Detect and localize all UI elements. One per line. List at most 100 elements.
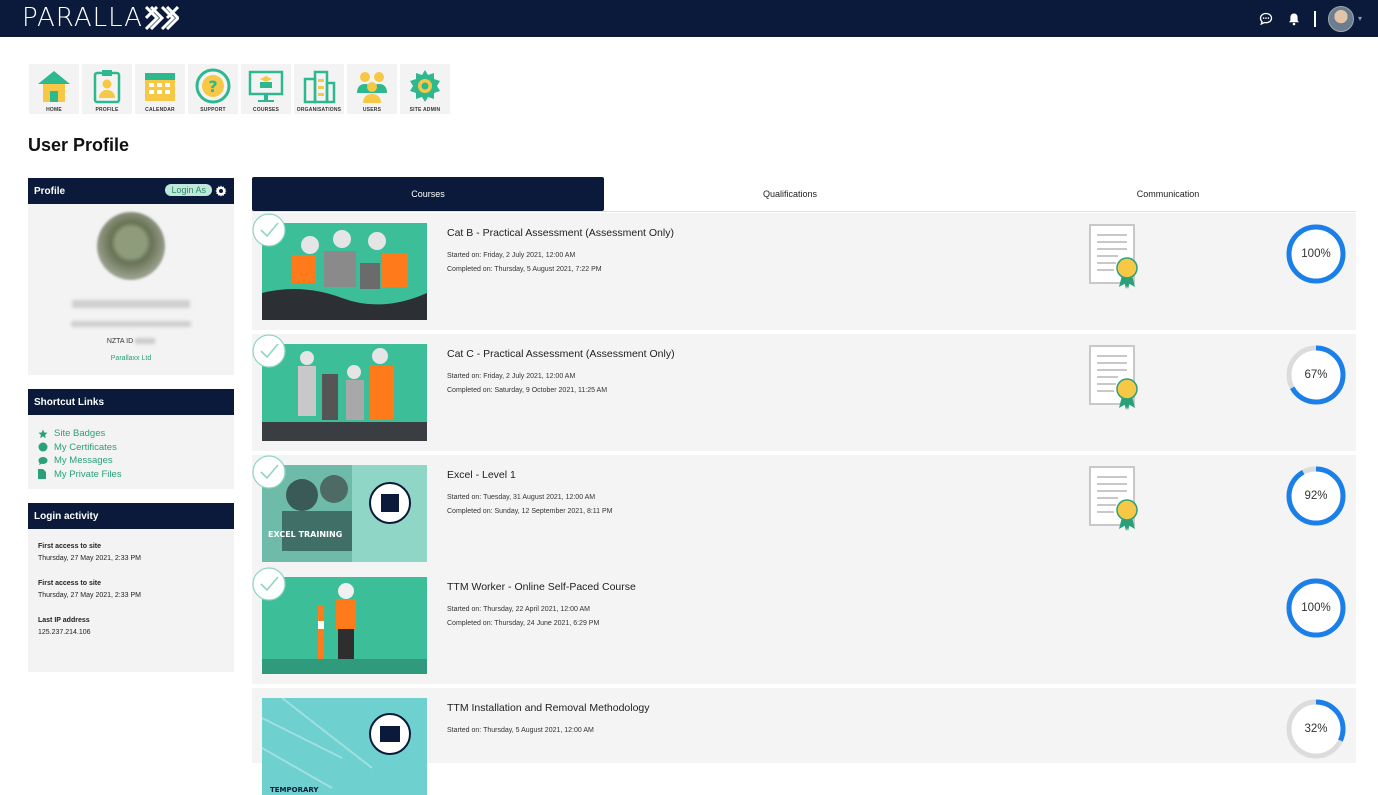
support-icon: ? [195, 68, 231, 104]
svg-text:?: ? [208, 77, 217, 96]
shortcut-links-header: Shortcut Links [28, 389, 234, 415]
certificate-icon[interactable] [1088, 223, 1142, 289]
topbar-divider [1313, 10, 1316, 27]
course-title[interactable]: TTM Installation and Removal Methodology [447, 702, 650, 714]
file-icon [38, 469, 48, 480]
users-icon [357, 72, 387, 103]
progress-percent: 32% [1304, 723, 1328, 735]
tab-communication[interactable]: Communication [992, 177, 1344, 211]
course-dates: Started on: Thursday, 5 August 2021, 12:… [447, 724, 594, 738]
profile-card: Profile Login As NZTA ID Parallaxx Ltd [28, 178, 234, 375]
top-bar: PARALLA XX ▾ [0, 0, 1378, 37]
nav-home[interactable]: HOME [29, 64, 79, 114]
course-started: Started on: Tuesday, 31 August 2021, 12:… [447, 494, 596, 501]
chevron-down-icon[interactable]: ▾ [1358, 14, 1362, 23]
course-title[interactable]: Cat C - Practical Assessment (Assessment… [447, 348, 675, 360]
nav-organisations[interactable]: ORGANISATIONS [294, 64, 344, 114]
home-icon [38, 71, 70, 102]
certificate-icon[interactable] [1088, 344, 1142, 410]
activity-entry: Last IP address 125.237.214.106 [38, 617, 91, 636]
shortcut-my-messages[interactable]: My Messages [38, 454, 234, 468]
course-row[interactable]: TEMPORARY TTM Installation and Removal Me… [252, 688, 1356, 795]
top-actions: ▾ [1258, 4, 1362, 33]
courses-icon [248, 70, 284, 102]
nav-calendar[interactable]: CALENDAR [135, 64, 185, 114]
course-row[interactable]: TTM Worker - Online Self-Paced Course Sta… [252, 567, 1356, 684]
completed-check-icon [252, 567, 286, 601]
course-started: Started on: Thursday, 5 August 2021, 12:… [447, 727, 594, 734]
course-started: Started on: Friday, 2 July 2021, 12:00 A… [447, 252, 576, 259]
organisation-link[interactable]: Parallaxx Ltd [28, 355, 234, 362]
nav-profile[interactable]: PROFILE [82, 64, 132, 114]
profile-email-redacted [71, 321, 191, 327]
thumb-text: EXCEL TRAINING [268, 530, 342, 539]
main-nav: HOME PROFILE CALENDAR ? SUPPORT COURSES … [29, 64, 450, 114]
course-dates: Started on: Thursday, 22 April 2021, 12:… [447, 603, 599, 631]
login-activity-card: Login activity First access to site Thur… [28, 503, 234, 672]
course-row[interactable]: EXCEL TRAINING Excel - Level 1 Started on:… [252, 455, 1356, 572]
message-icon [38, 456, 48, 466]
profile-tabs: Courses Qualifications Communication [252, 177, 1356, 212]
shortcut-my-private-files[interactable]: My Private Files [38, 468, 234, 482]
tab-courses[interactable]: Courses [252, 177, 604, 211]
logo-xx-icon [144, 6, 179, 30]
profile-avatar [97, 212, 165, 280]
course-started: Started on: Thursday, 22 April 2021, 12:… [447, 606, 590, 613]
course-completed: Completed on: Thursday, 24 June 2021, 6:… [447, 620, 600, 627]
course-dates: Started on: Friday, 2 July 2021, 12:00 A… [447, 249, 602, 277]
course-dates: Started on: Friday, 2 July 2021, 12:00 A… [447, 370, 607, 398]
nav-support[interactable]: ? SUPPORT [188, 64, 238, 114]
course-thumbnail[interactable] [262, 577, 427, 674]
star-icon [38, 429, 48, 439]
profile-name-redacted [72, 300, 190, 308]
bell-icon[interactable] [1286, 11, 1302, 27]
login-activity-header: Login activity [28, 503, 234, 529]
shortcut-site-badges[interactable]: Site Badges [38, 427, 234, 441]
logo-text: PARALLA [22, 3, 143, 33]
nav-courses[interactable]: COURSES [241, 64, 291, 114]
progress-percent: 100% [1301, 248, 1331, 260]
profile-icon [93, 70, 121, 104]
completed-check-icon [252, 455, 286, 489]
completed-check-icon [252, 334, 286, 368]
course-title[interactable]: TTM Worker - Online Self-Paced Course [447, 581, 636, 593]
user-avatar[interactable] [1327, 5, 1354, 32]
course-row[interactable]: Cat C - Practical Assessment (Assessment… [252, 334, 1356, 451]
completed-check-icon [252, 213, 286, 247]
nav-users[interactable]: USERS [347, 64, 397, 114]
course-title[interactable]: Cat B - Practical Assessment (Assessment… [447, 227, 674, 239]
nav-site-admin[interactable]: SITE ADMIN [400, 64, 450, 114]
certificate-icon [38, 442, 48, 452]
course-row[interactable]: Cat B - Practical Assessment (Assessment… [252, 213, 1356, 330]
certificate-icon[interactable] [1088, 465, 1142, 531]
calendar-icon [145, 73, 175, 101]
gear-icon[interactable] [215, 185, 227, 197]
course-thumbnail[interactable]: TEMPORARY [262, 698, 427, 795]
logo[interactable]: PARALLA XX [22, 3, 179, 33]
page-title: User Profile [28, 135, 130, 155]
tab-qualifications[interactable]: Qualifications [614, 177, 966, 211]
profile-card-header: Profile Login As [28, 178, 234, 204]
course-completed: Completed on: Saturday, 9 October 2021, … [447, 387, 608, 394]
shortcut-list: Site Badges My Certificates My Messages … [28, 415, 234, 481]
course-title[interactable]: Excel - Level 1 [447, 469, 516, 481]
course-dates: Started on: Tuesday, 31 August 2021, 12:… [447, 491, 613, 519]
site-admin-icon [410, 70, 440, 102]
course-completed: Completed on: Thursday, 5 August 2021, 7… [447, 266, 602, 273]
nzta-id: NZTA ID [28, 338, 234, 345]
progress-percent: 100% [1301, 602, 1331, 614]
progress-percent: 67% [1304, 369, 1328, 381]
activity-entry: First access to site Thursday, 27 May 20… [38, 580, 141, 599]
profile-heading: Profile [34, 185, 66, 197]
messages-icon[interactable] [1258, 11, 1274, 27]
login-as-button[interactable]: Login As [165, 184, 212, 196]
shortcut-my-certificates[interactable]: My Certificates [38, 441, 234, 455]
course-thumbnail[interactable]: EXCEL TRAINING [262, 465, 427, 562]
progress-percent: 92% [1304, 490, 1328, 502]
course-thumbnail[interactable] [262, 344, 427, 441]
course-thumbnail[interactable] [262, 223, 427, 320]
course-completed: Completed on: Sunday, 12 September 2021,… [447, 508, 613, 515]
activity-entry: First access to site Thursday, 27 May 20… [38, 543, 141, 562]
thumb-text: TEMPORARY [270, 786, 319, 794]
organisations-icon [303, 70, 336, 104]
